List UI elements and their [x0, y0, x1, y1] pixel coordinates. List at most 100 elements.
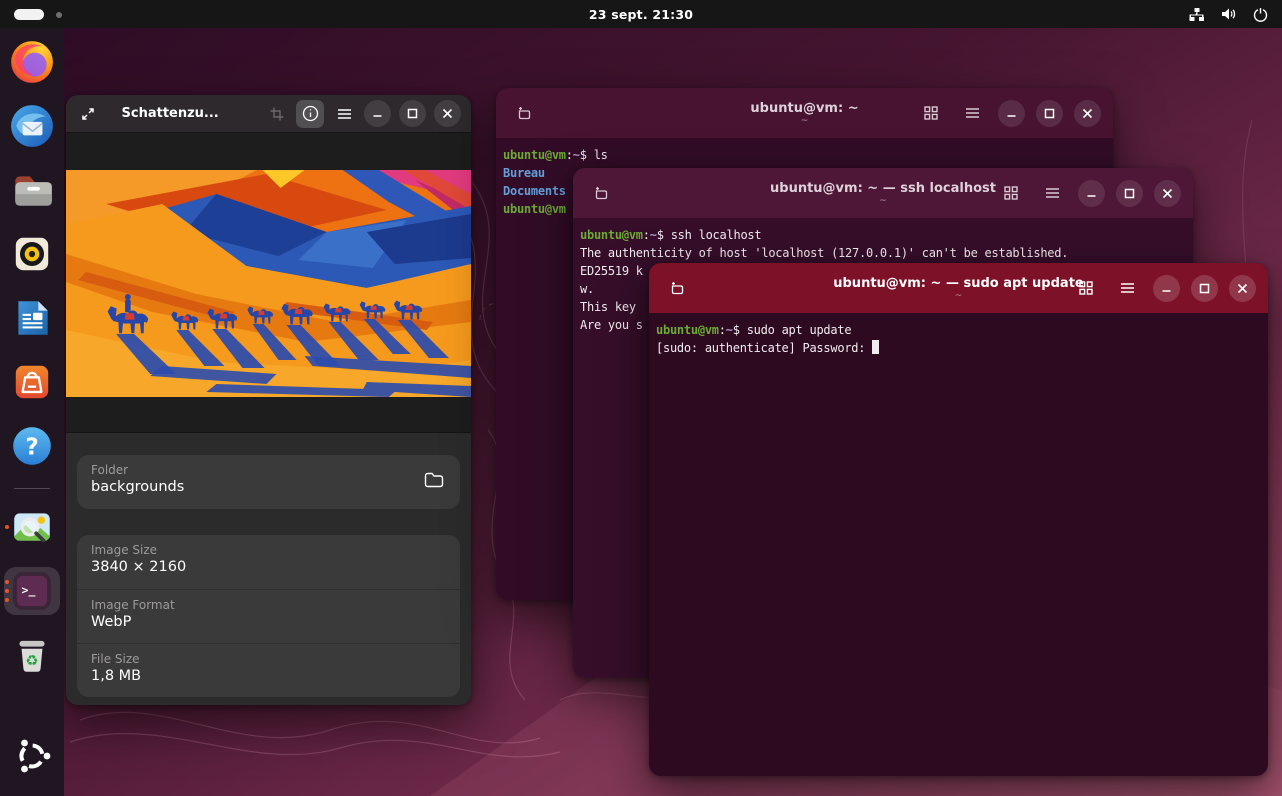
folder-value: backgrounds [91, 479, 446, 495]
dock-item-files[interactable] [4, 166, 60, 214]
terminal-headerbar[interactable]: ubuntu@vm: ~ ~ [496, 88, 1113, 138]
terminal-output[interactable]: ubuntu@vm:~$ sudo apt update [sudo: auth… [649, 313, 1268, 365]
maximize-button[interactable] [1191, 275, 1218, 302]
minimize-button[interactable] [1078, 180, 1105, 207]
dock-item-image-viewer[interactable] [4, 503, 60, 551]
dock-item-libreoffice-writer[interactable] [4, 294, 60, 342]
prompt-user: ubuntu@vm [503, 202, 566, 216]
menu-button[interactable] [1112, 274, 1142, 302]
prompt-sep: : [566, 148, 573, 162]
minimize-button[interactable] [1153, 275, 1180, 302]
output-line: ED25519 k [580, 264, 643, 278]
dock-item-show-apps[interactable] [4, 732, 60, 780]
terminal-window-sudo: ubuntu@vm: ~ — sudo apt update ~ [649, 263, 1268, 776]
command: $ sudo apt update [733, 323, 852, 337]
image-viewer-headerbar[interactable]: Schattenzu... [66, 95, 471, 133]
prompt-user: ubuntu@vm [503, 148, 566, 162]
terminal-icon: >_ [9, 568, 55, 614]
prompt-dir: ~ [650, 228, 657, 242]
svg-text:>_: >_ [22, 583, 36, 598]
tab-overview-icon[interactable] [1071, 274, 1101, 302]
prompt-dir: ~ [726, 323, 733, 337]
open-folder-icon[interactable] [424, 472, 444, 492]
window-title: Schattenzu... [122, 106, 219, 121]
window-title: ubuntu@vm: ~ — ssh localhost [770, 181, 996, 196]
file-size-value: 1,8 MB [91, 668, 446, 684]
trash-icon: ♻ [9, 632, 55, 678]
command: $ ssh localhost [657, 228, 762, 242]
dock: ? >_ [0, 28, 64, 796]
help-icon: ? [9, 423, 55, 469]
new-tab-icon[interactable] [585, 179, 615, 207]
photo-camel-caravan [66, 170, 471, 397]
tab-overview-icon[interactable] [916, 99, 946, 127]
prompt-dir: ~ [573, 148, 580, 162]
menu-button[interactable] [1037, 179, 1067, 207]
firefox-icon [9, 39, 55, 85]
output-line: The authenticity of host 'localhost (127… [580, 246, 1068, 260]
svg-text:?: ? [25, 434, 38, 460]
close-button[interactable] [1229, 275, 1256, 302]
terminal-headerbar[interactable]: ubuntu@vm: ~ — ssh localhost ~ [573, 168, 1193, 218]
dock-item-app-center[interactable] [4, 358, 60, 406]
prompt-sep: : [643, 228, 650, 242]
menu-button[interactable] [957, 99, 987, 127]
clock[interactable]: 23 sept. 21:30 [0, 7, 1282, 22]
window-subtitle: ~ [801, 116, 809, 126]
window-subtitle: ~ [955, 291, 963, 301]
rhythmbox-icon [9, 231, 55, 277]
image-format-label: Image Format [91, 598, 446, 612]
dir-entry: Documents [503, 184, 566, 198]
dock-item-trash[interactable]: ♻ [4, 631, 60, 679]
window-subtitle: ~ [879, 196, 887, 206]
thunderbird-icon [9, 103, 55, 149]
dock-item-help[interactable]: ? [4, 422, 60, 470]
output-line: w. [580, 282, 594, 296]
folder-row[interactable]: Folder backgrounds [77, 455, 460, 509]
minimize-button[interactable] [364, 100, 391, 127]
libreoffice-writer-icon [9, 295, 55, 341]
dock-item-firefox[interactable] [4, 38, 60, 86]
maximize-button[interactable] [399, 100, 426, 127]
running-indicator [5, 525, 9, 529]
output-line: Are you s [580, 318, 643, 332]
app-center-icon [9, 359, 55, 405]
crop-icon[interactable] [265, 100, 289, 128]
maximize-button[interactable] [1116, 180, 1143, 207]
dock-item-rhythmbox[interactable] [4, 230, 60, 278]
running-indicator [5, 580, 9, 602]
network-icon [1189, 7, 1205, 22]
prompt-user: ubuntu@vm [580, 228, 643, 242]
prompt-sep: : [719, 323, 726, 337]
fullscreen-button[interactable] [76, 100, 100, 128]
properties-panel: Folder backgrounds Image Size 3840 × 216… [66, 432, 471, 705]
system-status-area[interactable] [1189, 0, 1268, 28]
maximize-button[interactable] [1036, 100, 1063, 127]
password-prompt: [sudo: authenticate] Password: [656, 341, 872, 355]
power-icon [1253, 7, 1268, 22]
dock-item-thunderbird[interactable] [4, 102, 60, 150]
window-title: ubuntu@vm: ~ — sudo apt update [833, 276, 1083, 291]
minimize-button[interactable] [998, 100, 1025, 127]
output-line: This key [580, 300, 643, 314]
volume-icon [1221, 7, 1237, 21]
tab-overview-icon[interactable] [996, 179, 1026, 207]
close-button[interactable] [434, 100, 461, 127]
close-button[interactable] [1074, 100, 1101, 127]
image-size-label: Image Size [91, 543, 446, 557]
prompt-user: ubuntu@vm [656, 323, 719, 337]
svg-text:♻: ♻ [25, 652, 38, 669]
folder-label: Folder [91, 463, 446, 477]
file-size-row: File Size 1,8 MB [77, 643, 460, 697]
files-icon [9, 167, 55, 213]
image-size-row: Image Size 3840 × 2160 [77, 535, 460, 589]
menu-button[interactable] [332, 100, 356, 128]
close-button[interactable] [1154, 180, 1181, 207]
terminal-headerbar[interactable]: ubuntu@vm: ~ — sudo apt update ~ [649, 263, 1268, 313]
image-format-row: Image Format WebP [77, 589, 460, 643]
new-tab-icon[interactable] [661, 274, 691, 302]
image-viewer-icon [9, 504, 55, 550]
dock-item-terminal[interactable]: >_ [4, 567, 60, 615]
info-button[interactable] [296, 100, 324, 128]
new-tab-icon[interactable] [508, 99, 538, 127]
